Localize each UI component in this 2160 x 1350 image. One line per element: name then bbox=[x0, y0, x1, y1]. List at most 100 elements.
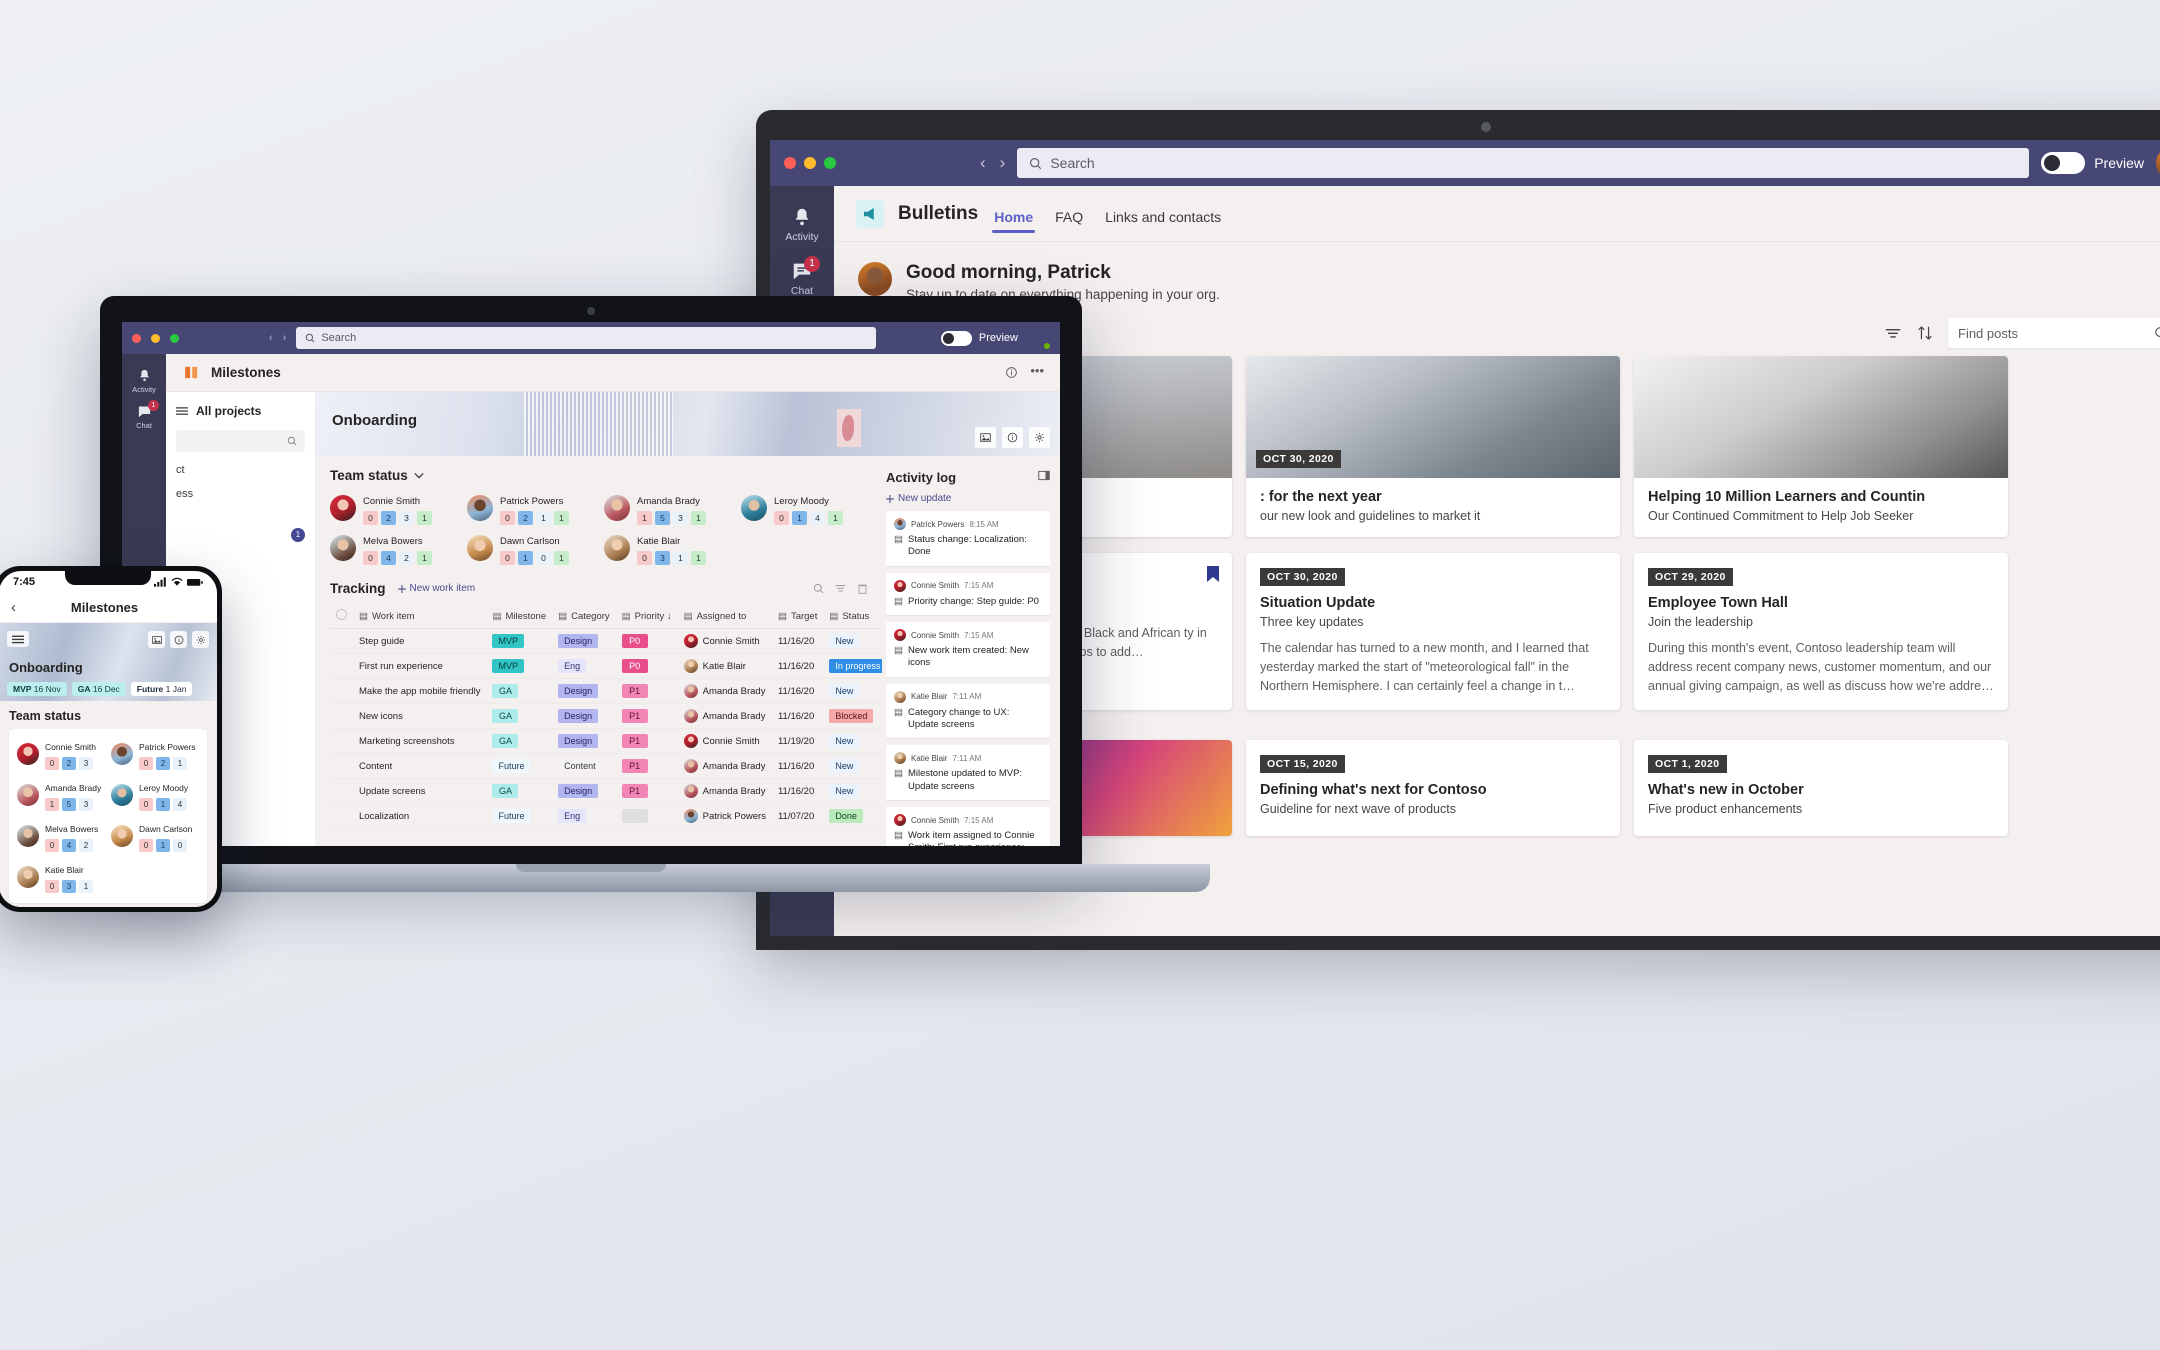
filter-icon[interactable] bbox=[1884, 326, 1902, 341]
table-row[interactable]: Update screens GA Design P1 Amanda Brady 11/1… bbox=[330, 778, 882, 804]
row-select[interactable] bbox=[330, 803, 353, 829]
projects-search-input[interactable] bbox=[176, 430, 305, 452]
activity-log-entry[interactable]: Katie Blair 7:11 AM ▤ Milestone updated to … bbox=[886, 745, 1050, 801]
activity-log-entry[interactable]: Connie Smith 7:15 AM ▤ Priority change: Ste… bbox=[886, 572, 1050, 616]
team-status-header[interactable]: Team status bbox=[330, 468, 868, 483]
activity-log-entry[interactable]: Patrick Powers 8:15 AM ▤ Status change: Loc… bbox=[886, 511, 1050, 566]
milestone-chip[interactable]: MVP 16 Nov bbox=[7, 682, 67, 696]
bulletin-card[interactable]: OCT 29, 2020 Employee Town Hall Join the… bbox=[1634, 553, 2008, 710]
column-header[interactable]: ▤ Milestone bbox=[486, 604, 553, 629]
gear-icon[interactable] bbox=[192, 631, 209, 648]
featured-card[interactable]: OCT 30, 2020 : for the next year our new… bbox=[1246, 356, 1620, 538]
more-horizontal-icon[interactable]: ••• bbox=[1030, 364, 1044, 379]
info-circle-icon[interactable] bbox=[1005, 366, 1018, 379]
table-row[interactable]: New icons GA Design P1 Amanda Brady 11/16/20 B… bbox=[330, 703, 882, 729]
team-status-card[interactable]: Amanda Brady 1 5 3 1 bbox=[604, 491, 731, 525]
team-status-card[interactable]: Patrick Powers 0 2 1 1 bbox=[467, 491, 594, 525]
minimize-window-button[interactable] bbox=[804, 157, 816, 169]
tab-links-and-contacts[interactable]: Links and contacts bbox=[1103, 191, 1223, 241]
column-header[interactable]: ▤ Priority ↓ bbox=[615, 604, 678, 629]
maximize-window-button[interactable] bbox=[824, 157, 836, 169]
team-status-card[interactable]: Connie Smith 0 2 3 1 bbox=[330, 491, 457, 525]
column-header[interactable]: ▤ Work item bbox=[353, 604, 487, 629]
window-controls[interactable] bbox=[784, 157, 836, 169]
bulletin-card[interactable]: OCT 30, 2020 Situation Update Three key … bbox=[1246, 553, 1620, 710]
back-icon[interactable]: ‹ bbox=[269, 332, 273, 344]
app-tabs[interactable]: Home FAQ Links and contacts bbox=[992, 186, 1223, 241]
gear-icon[interactable] bbox=[1029, 427, 1050, 448]
column-header[interactable]: ▤ Status bbox=[823, 604, 882, 629]
row-select[interactable] bbox=[330, 678, 353, 704]
chevron-down-icon[interactable] bbox=[414, 472, 424, 479]
banner-actions[interactable] bbox=[975, 427, 1050, 448]
rail-item-activity[interactable]: Activity bbox=[122, 362, 166, 398]
bookmark-icon[interactable] bbox=[1206, 565, 1220, 583]
project-list-item[interactable]: ct bbox=[176, 464, 305, 476]
row-select[interactable] bbox=[330, 753, 353, 779]
rail-item-chat[interactable]: 1 Chat bbox=[770, 252, 834, 302]
tab-faq[interactable]: FAQ bbox=[1053, 191, 1085, 241]
activity-log-entry[interactable]: Connie Smith 7:15 AM ▤ Work item assigned t… bbox=[886, 807, 1050, 846]
phone-member[interactable]: Patrick Powers 0 2 1 bbox=[111, 737, 199, 770]
info-circle-icon[interactable] bbox=[170, 631, 187, 648]
hamburger-icon[interactable] bbox=[176, 406, 188, 416]
table-row[interactable]: Marketing screenshots GA Design P1 Connie Sm… bbox=[330, 728, 882, 754]
tracking-tools[interactable] bbox=[813, 583, 868, 594]
hamburger-icon[interactable] bbox=[7, 631, 29, 647]
nav-arrows[interactable]: ‹ › bbox=[980, 153, 1005, 173]
tab-home[interactable]: Home bbox=[992, 191, 1036, 241]
image-icon[interactable] bbox=[975, 427, 996, 448]
header-actions[interactable]: ••• bbox=[1005, 364, 1044, 379]
phone-banner-actions[interactable] bbox=[148, 631, 209, 648]
rail-item-chat[interactable]: 1 Chat bbox=[122, 398, 166, 434]
select-all-checkbox[interactable] bbox=[336, 609, 347, 620]
info-circle-icon[interactable] bbox=[1002, 427, 1023, 448]
back-icon[interactable]: ‹ bbox=[980, 153, 986, 173]
activity-log-entry[interactable]: Connie Smith 7:15 AM ▤ New work item create… bbox=[886, 622, 1050, 677]
row-select[interactable] bbox=[330, 628, 353, 654]
phone-member[interactable]: Dawn Carlson 0 1 0 bbox=[111, 819, 199, 852]
row-select[interactable] bbox=[330, 703, 353, 729]
table-row[interactable]: Content Future Content P1 Amanda Brady 11/16/… bbox=[330, 753, 882, 779]
maximize-window-button[interactable] bbox=[170, 333, 179, 343]
preview-toggle[interactable]: Preview bbox=[2041, 152, 2144, 174]
table-row[interactable]: Make the app mobile friendly GA Design P1 Am… bbox=[330, 678, 882, 704]
phone-member[interactable]: Amanda Brady 1 5 3 bbox=[17, 778, 105, 811]
activity-log-entry[interactable]: Katie Blair 7:11 AM ▤ Category change to UX… bbox=[886, 683, 1050, 739]
panel-collapse-icon[interactable] bbox=[1038, 468, 1050, 486]
bulletin-card[interactable]: OCT 1, 2020 What's new in October Five p… bbox=[1634, 739, 2008, 836]
bulletin-card[interactable]: OCT 15, 2020 Defining what's next for Co… bbox=[1246, 739, 1620, 836]
global-search-input[interactable]: Search bbox=[1017, 148, 2030, 178]
global-search-input[interactable]: Search bbox=[296, 327, 877, 349]
forward-icon[interactable]: › bbox=[1000, 153, 1006, 173]
milestone-chip[interactable]: Future 1 Jan bbox=[130, 682, 193, 696]
find-posts-input[interactable]: Find posts bbox=[1948, 318, 2160, 348]
row-select[interactable] bbox=[330, 653, 353, 679]
column-header[interactable]: ▤ Target bbox=[771, 604, 824, 629]
phone-member[interactable]: Connie Smith 0 2 3 bbox=[17, 737, 105, 770]
avatar[interactable] bbox=[2156, 147, 2160, 179]
team-status-card[interactable]: Melva Bowers 0 4 2 1 bbox=[330, 531, 457, 565]
image-icon[interactable] bbox=[148, 631, 165, 648]
preview-switch[interactable] bbox=[2041, 152, 2086, 174]
phone-member[interactable]: Katie Blair 0 3 1 bbox=[17, 860, 105, 893]
team-status-card[interactable]: Dawn Carlson 0 1 0 1 bbox=[467, 531, 594, 565]
column-header[interactable]: ▤ Category bbox=[552, 604, 616, 629]
trash-icon[interactable] bbox=[857, 583, 868, 594]
new-update-button[interactable]: New update bbox=[886, 493, 1050, 504]
phone-member[interactable]: Melva Bowers 0 4 2 bbox=[17, 819, 105, 852]
select-all-column[interactable] bbox=[330, 604, 353, 629]
filter-icon[interactable] bbox=[835, 583, 846, 594]
project-list-item[interactable]: ess bbox=[176, 488, 305, 500]
table-row[interactable]: Step guide MVP Design P0 Connie Smith 11/16/2… bbox=[330, 628, 882, 654]
phone-member[interactable]: Leroy Moody 0 1 4 bbox=[111, 778, 199, 811]
close-window-button[interactable] bbox=[132, 333, 141, 343]
table-row[interactable]: First run experience MVP Eng P0 Katie Blair 1… bbox=[330, 653, 882, 679]
row-select[interactable] bbox=[330, 778, 353, 804]
team-status-card[interactable]: Katie Blair 0 3 1 1 bbox=[604, 531, 731, 565]
preview-toggle[interactable]: Preview bbox=[940, 330, 1018, 346]
milestone-chip[interactable]: GA 16 Dec bbox=[71, 682, 126, 696]
milestone-chips[interactable]: MVP 16 Nov GA 16 Dec Future 1 Jan bbox=[7, 682, 193, 696]
team-status-card[interactable]: Leroy Moody 0 1 4 1 bbox=[741, 491, 868, 525]
preview-switch[interactable] bbox=[940, 330, 972, 346]
